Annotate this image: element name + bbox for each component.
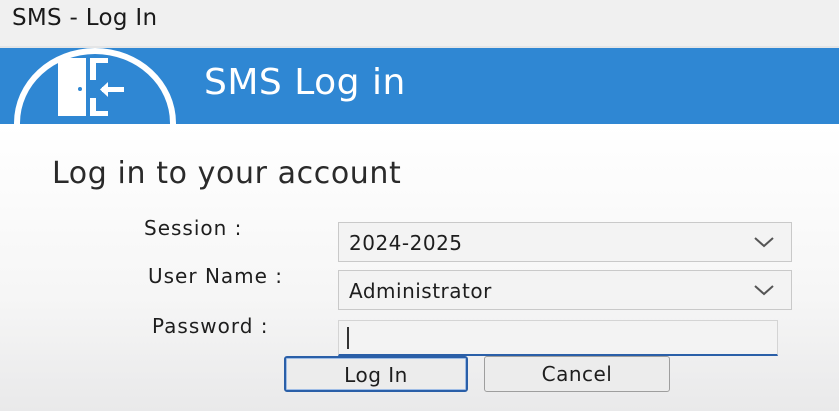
session-value: 2024-2025 bbox=[349, 231, 463, 255]
title-bar[interactable]: SMS - Log In bbox=[0, 0, 839, 46]
text-caret bbox=[347, 327, 349, 349]
username-dropdown[interactable]: Administrator bbox=[338, 270, 792, 310]
session-dropdown[interactable]: 2024-2025 bbox=[338, 222, 792, 262]
banner-title: SMS Log in bbox=[204, 62, 406, 103]
username-label: User Name : bbox=[148, 264, 284, 288]
header-banner: SMS Log in bbox=[0, 48, 839, 124]
chevron-down-icon bbox=[754, 237, 774, 248]
login-window: SMS - Log In SMS Log in Log in to your a… bbox=[0, 0, 839, 411]
login-button[interactable]: Log In bbox=[284, 356, 468, 392]
password-label: Password : bbox=[152, 314, 269, 338]
cancel-button[interactable]: Cancel bbox=[484, 356, 670, 392]
username-value: Administrator bbox=[349, 279, 492, 303]
session-label: Session : bbox=[144, 216, 243, 240]
window-title: SMS - Log In bbox=[12, 5, 158, 31]
password-input[interactable] bbox=[338, 320, 778, 356]
login-form: Log in to your account Session : 2024-20… bbox=[0, 124, 839, 411]
chevron-down-icon bbox=[754, 285, 774, 296]
exit-door-icon bbox=[58, 58, 124, 116]
logo bbox=[0, 48, 200, 124]
form-heading: Log in to your account bbox=[52, 156, 402, 191]
